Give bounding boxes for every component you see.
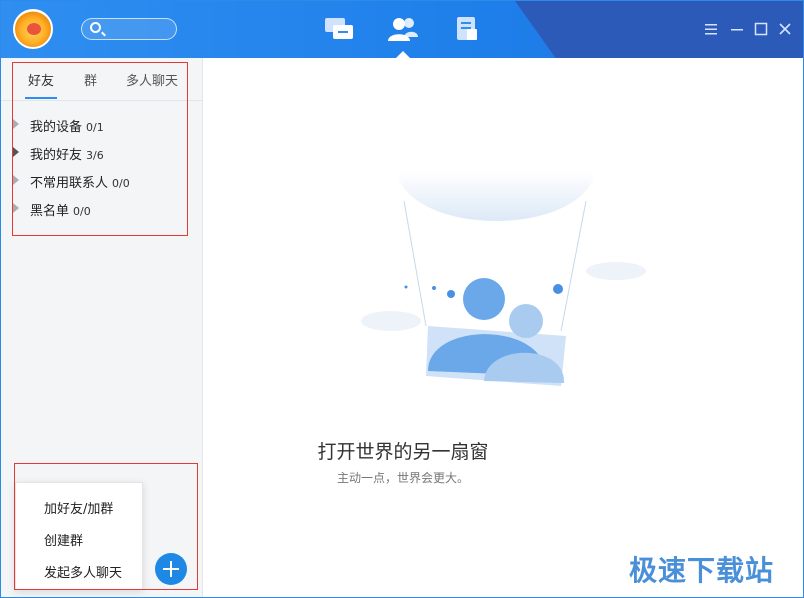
document-icon[interactable] <box>453 15 485 43</box>
empty-state-title: 打开世界的另一扇窗 <box>317 441 489 463</box>
maximize-icon[interactable] <box>753 21 769 37</box>
empty-state-illustration <box>361 171 646 386</box>
group-label: 我的好友 <box>30 148 83 163</box>
sidebar-tabs: 好友 群 多人聊天 <box>1 58 203 101</box>
tab-multi-chat[interactable]: 多人聊天 <box>126 70 178 89</box>
expand-arrow-icon <box>13 175 19 185</box>
active-tab-underline <box>25 97 57 99</box>
menu-item-add-friend-group[interactable]: 加好友/加群 <box>44 498 113 517</box>
group-label: 不常用联系人 <box>30 176 109 191</box>
close-icon[interactable] <box>777 21 793 37</box>
menu-item-start-multi-chat[interactable]: 发起多人聊天 <box>44 562 122 581</box>
group-count: 3/6 <box>86 149 104 162</box>
group-my-devices[interactable]: 我的设备 0/1 <box>1 111 201 137</box>
menu-icon[interactable] <box>703 21 719 37</box>
minimize-icon[interactable] <box>729 21 745 37</box>
app-window: 好友 群 多人聊天 我的设备 0/1 我的好友 3/6 不常用联系人 0/0 黑名单 0… <box>0 0 804 598</box>
group-blacklist[interactable]: 黑名单 0/0 <box>1 195 201 221</box>
group-count: 0/0 <box>112 177 130 190</box>
group-count: 0/1 <box>86 121 104 134</box>
search-input[interactable] <box>81 18 177 40</box>
menu-item-create-group[interactable]: 创建群 <box>44 530 83 549</box>
expand-arrow-icon <box>13 203 19 213</box>
title-bar <box>1 1 803 58</box>
group-count: 0/0 <box>73 205 91 218</box>
tab-groups[interactable]: 群 <box>84 70 97 89</box>
avatar[interactable] <box>13 9 53 49</box>
contacts-icon[interactable] <box>387 15 419 43</box>
tab-friends[interactable]: 好友 <box>28 70 54 89</box>
chat-bubbles-icon[interactable] <box>324 15 356 43</box>
group-infrequent-contacts[interactable]: 不常用联系人 0/0 <box>1 167 201 193</box>
search-icon <box>90 22 101 33</box>
group-my-friends[interactable]: 我的好友 3/6 <box>1 139 201 165</box>
add-button[interactable] <box>155 553 187 585</box>
expand-arrow-icon <box>13 119 19 129</box>
group-label: 黑名单 <box>30 204 70 219</box>
expand-arrow-icon <box>13 147 19 157</box>
watermark: 极速下载站 <box>629 554 775 587</box>
active-tab-indicator <box>396 51 410 58</box>
group-label: 我的设备 <box>30 120 83 135</box>
add-menu-popup: 加好友/加群 创建群 发起多人聊天 <box>15 482 143 590</box>
